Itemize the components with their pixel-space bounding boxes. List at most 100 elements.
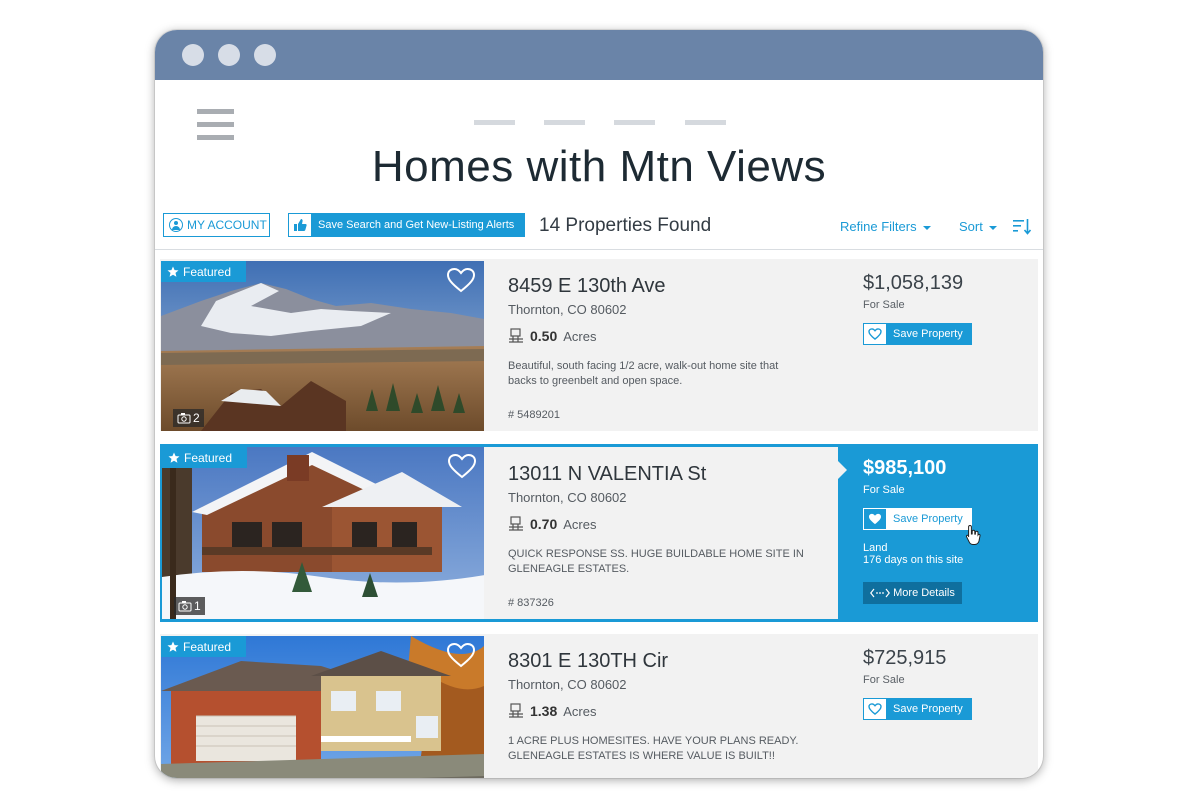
listing-photo[interactable]: Featured 1 xyxy=(162,447,485,619)
more-details-button[interactable]: More Details xyxy=(863,582,962,604)
listing-status: For Sale xyxy=(863,484,905,496)
listing-info: 8459 E 130th Ave Thornton, CO 80602 0.50… xyxy=(484,259,838,431)
save-search-alerts-button[interactable]: Save Search and Get New-Listing Alerts xyxy=(288,213,525,237)
listing-card-selected[interactable]: Featured 1 13011 N VALENTIA St Thornton,… xyxy=(160,444,1038,622)
star-icon xyxy=(167,641,179,652)
heart-icon xyxy=(864,509,886,529)
window-control-dot[interactable] xyxy=(254,44,276,66)
nav-placeholder-item[interactable] xyxy=(614,120,655,125)
save-property-label: Save Property xyxy=(893,513,963,525)
sort-dropdown[interactable]: Sort xyxy=(959,219,997,234)
chevron-down-icon xyxy=(988,225,997,230)
star-icon xyxy=(168,452,180,463)
lot-size-icon xyxy=(509,328,523,343)
listing-address[interactable]: 8459 E 130th Ave xyxy=(508,275,666,298)
camera-icon xyxy=(177,413,191,424)
heart-icon xyxy=(864,324,886,344)
heart-icon[interactable] xyxy=(447,453,477,479)
featured-label: Featured xyxy=(183,639,232,654)
window-control-dot[interactable] xyxy=(218,44,240,66)
featured-label: Featured xyxy=(184,450,233,465)
save-property-label: Save Property xyxy=(893,703,963,715)
featured-badge: Featured xyxy=(161,636,246,657)
days-on-site: 176 days on this site xyxy=(863,554,964,566)
featured-label: Featured xyxy=(183,264,232,279)
photo-count-badge[interactable]: 2 xyxy=(173,409,204,427)
toolbar-divider xyxy=(155,249,1043,250)
listing-lot-size: 0.50 Acres xyxy=(508,328,596,344)
listing-address[interactable]: 13011 N VALENTIA St xyxy=(508,463,706,486)
acres-value: 1.38 xyxy=(530,703,558,719)
save-property-label: Save Property xyxy=(893,328,963,340)
page-title: Homes with Mtn Views xyxy=(371,142,827,191)
my-account-label: MY ACCOUNT xyxy=(187,218,267,232)
heart-icon xyxy=(864,699,886,719)
listing-meta: Land 176 days on this site xyxy=(863,542,963,566)
results-toolbar: MY ACCOUNT Save Search and Get New-Listi… xyxy=(155,210,1043,250)
listing-city: Thornton, CO 80602 xyxy=(508,677,627,692)
listing-status: For Sale xyxy=(863,299,905,311)
nav-placeholder-item[interactable] xyxy=(685,120,726,125)
thumbs-up-icon xyxy=(288,213,312,237)
listing-description: QUICK RESPONSE SS. HUGE BUILDABLE HOME S… xyxy=(508,548,804,575)
photo-count: 1 xyxy=(194,599,201,613)
listing-description: Beautiful, south facing 1/2 acre, walk-o… xyxy=(508,360,779,387)
camera-icon xyxy=(178,601,192,612)
sort-descending-icon[interactable] xyxy=(1012,217,1032,237)
photo-count: 2 xyxy=(193,411,200,425)
listing-card[interactable]: Featured 2 8459 E 130th Ave Thornton, CO… xyxy=(160,259,1038,431)
save-property-button[interactable]: Save Property xyxy=(863,508,972,530)
listing-description: 1 ACRE PLUS HOMESITES. HAVE YOUR PLANS R… xyxy=(508,735,799,762)
acres-unit: Acres xyxy=(563,516,597,532)
browser-window: Homes with Mtn Views MY ACCOUNT Save Sea… xyxy=(155,30,1043,778)
acres-value: 0.50 xyxy=(530,328,558,344)
chevron-down-icon xyxy=(922,225,931,230)
window-control-dot[interactable] xyxy=(182,44,204,66)
photo-count-badge[interactable]: 1 xyxy=(174,597,205,615)
nav-placeholder-item[interactable] xyxy=(474,120,515,125)
listing-mls-number: # 837326 xyxy=(508,597,554,609)
listing-price: $1,058,139 xyxy=(863,272,964,294)
heart-icon[interactable] xyxy=(446,642,476,668)
acres-unit: Acres xyxy=(563,328,597,344)
listing-mls-number: # 5489201 xyxy=(508,409,560,421)
save-property-button[interactable]: Save Property xyxy=(863,323,972,345)
listing-city: Thornton, CO 80602 xyxy=(508,490,627,505)
listing-info: 13011 N VALENTIA St Thornton, CO 80602 0… xyxy=(484,447,838,619)
listing-lot-size: 0.70 Acres xyxy=(508,516,596,532)
window-titlebar xyxy=(155,30,1043,80)
listing-price: $725,915 xyxy=(863,647,947,669)
listing-type: Land xyxy=(863,542,888,554)
featured-badge: Featured xyxy=(162,447,247,468)
featured-badge: Featured xyxy=(161,261,246,282)
star-icon xyxy=(167,266,179,277)
my-account-button[interactable]: MY ACCOUNT xyxy=(163,213,270,237)
save-property-button[interactable]: Save Property xyxy=(863,698,972,720)
user-icon xyxy=(169,218,183,232)
selection-arrow xyxy=(838,461,847,479)
listing-price: $985,100 xyxy=(863,457,947,479)
listing-card[interactable]: Featured 8301 E 130TH Cir Thornton, CO 8… xyxy=(160,634,1038,778)
heart-icon[interactable] xyxy=(446,267,476,293)
lot-size-icon xyxy=(509,516,523,531)
refine-filters-dropdown[interactable]: Refine Filters xyxy=(840,219,931,234)
listing-photo[interactable]: Featured xyxy=(161,636,484,778)
save-search-alerts-label: Save Search and Get New-Listing Alerts xyxy=(318,219,515,231)
hamburger-menu-icon[interactable] xyxy=(197,109,234,141)
listing-address[interactable]: 8301 E 130TH Cir xyxy=(508,650,668,673)
listing-status: For Sale xyxy=(863,674,905,686)
more-details-label: More Details xyxy=(893,587,955,599)
listing-info: 8301 E 130TH Cir Thornton, CO 80602 1.38… xyxy=(484,634,838,778)
refine-filters-label: Refine Filters xyxy=(840,219,917,234)
lot-size-icon xyxy=(509,703,523,718)
listing-city: Thornton, CO 80602 xyxy=(508,302,627,317)
expand-arrows-icon xyxy=(870,588,891,598)
acres-value: 0.70 xyxy=(530,516,558,532)
listing-photo[interactable]: Featured 2 xyxy=(161,261,484,431)
nav-placeholder-item[interactable] xyxy=(544,120,585,125)
hand-cursor-icon xyxy=(965,524,981,545)
listing-lot-size: 1.38 Acres xyxy=(508,703,596,719)
sort-label: Sort xyxy=(959,219,983,234)
acres-unit: Acres xyxy=(563,703,597,719)
properties-found-count: 14 Properties Found xyxy=(539,215,712,236)
